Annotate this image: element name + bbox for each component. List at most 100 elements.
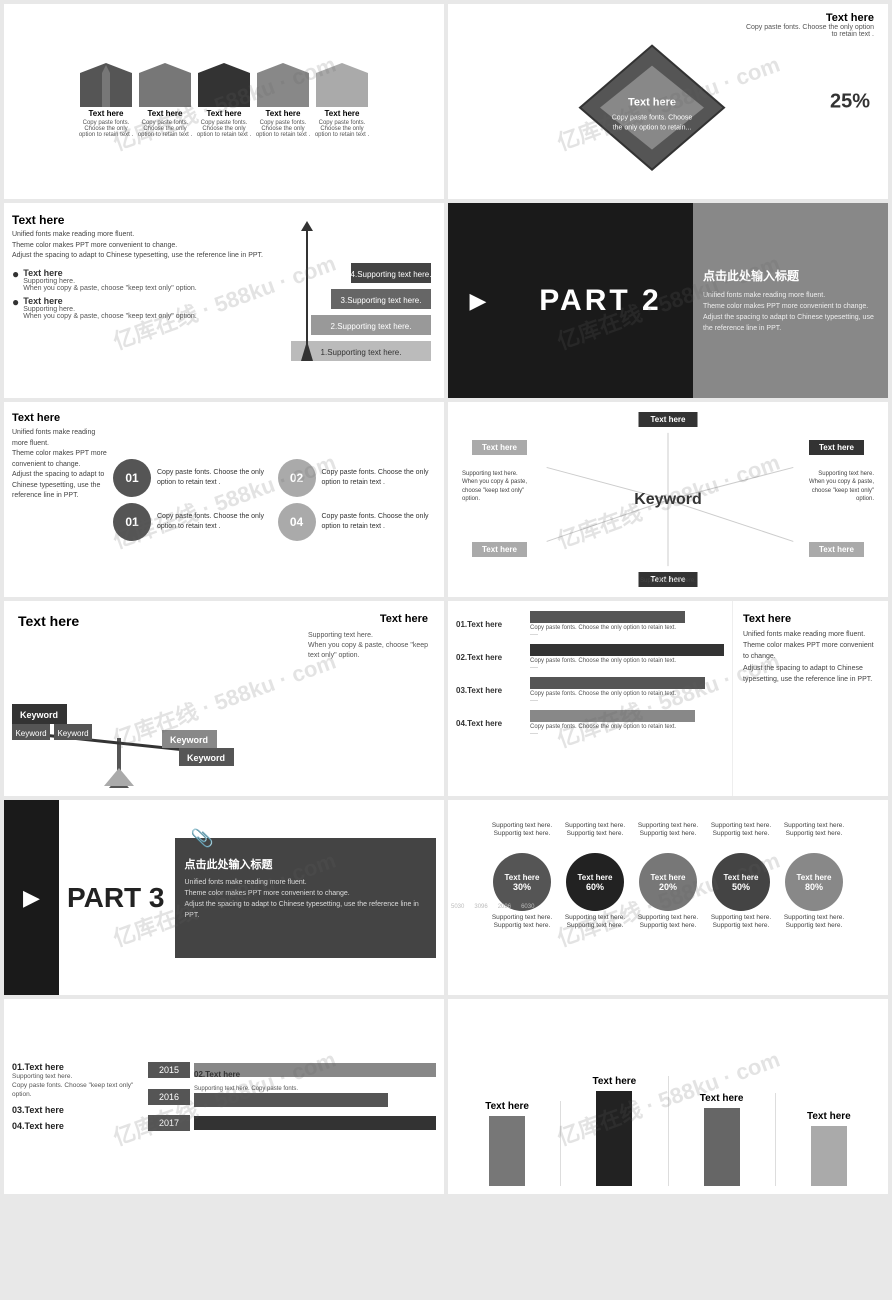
svg-text:Keyword: Keyword [20,710,58,720]
svg-text:1.Supporting text here.: 1.Supporting text here. [321,348,402,357]
r3l-body2: Theme color makes PPT more convenient to… [12,449,107,470]
pct-pct-5: 80% [805,882,823,892]
r2l-bullet2-title: Text here [23,296,196,306]
circle-num-1: 01 [113,459,151,497]
pct-top-1: Supporting text here.Supportig text here… [492,822,552,850]
slide-r5r: 亿库在线 · 588ku · com Supporting text here.… [448,800,888,995]
list-row-2: 02.Text here Copy paste fonts. Choose th… [456,644,724,671]
arrow-item-5: Text here Copy paste fonts. Choose the o… [315,63,370,138]
bar-header-2: Text here [593,1076,637,1087]
list-dots-4: ---- [530,731,724,737]
tl-02-sub: Supporting text here. Copy paste fonts. [194,1086,436,1092]
slide-grid: 亿库在线 · 588ku · com Text here Copy paste … [0,0,892,1198]
part3-play-icon: ▶ [23,885,40,911]
tl-bar-2015: 2015 [148,1062,436,1078]
r2l-title: Text here [12,213,278,227]
list-sub-1: Copy paste fonts. Choose the only option… [530,625,724,631]
part2-card-body3: Adjust the spacing to adapt to Chinese t… [703,312,878,334]
pct-bottom-3: Supporting text here.Supportig text here… [638,914,698,931]
play-icon: ▶ [470,288,487,314]
tl-year-2016: 2016 [148,1089,190,1105]
list-num-4: 04.Text here [456,719,526,728]
circle-num-4: 04 [278,503,316,541]
pct-top-5: Supporting text here.Supportig text here… [784,822,844,850]
slide-r3l: 亿库在线 · 588ku · com Text here Unified fon… [4,402,444,597]
part2-card-title: 点击此处输入标题 [703,267,878,284]
pct-label-1: Text here [505,873,540,882]
arrow-label-1: Text here [89,109,124,118]
part3-card-body2: Theme color makes PPT more convenient to… [185,888,427,899]
list-dots-3: ---- [530,698,724,704]
arrow-sublabel-5: Copy paste fonts. Choose the only option… [315,120,370,138]
r4l-title1: Text here [18,613,79,629]
kw-box-right-bottom: Text here [809,542,864,557]
pct-circle-4: Text here 50% [712,853,770,911]
circle-num-3: 01 [113,503,151,541]
circle-text-2: Copy paste fonts. Choose the only option… [322,468,437,488]
bar-header-3: Text here [700,1093,744,1104]
list-sub-4: Copy paste fonts. Choose the only option… [530,724,724,730]
tl-bar-2016: 2016 02.Text here Supporting text here. … [148,1086,436,1107]
bar-header-1: Text here [485,1101,529,1112]
circle-text-1: Copy paste fonts. Choose the only option… [157,468,272,488]
pct-item-1: Supporting text here.Supportig text here… [487,822,557,931]
list-row-4: 04.Text here Copy paste fonts. Choose th… [456,710,724,737]
svg-text:Keyword: Keyword [187,753,225,763]
part2-card-body1: Unified fonts make reading more fluent. [703,290,878,301]
svg-text:Text here: Text here [628,96,676,108]
r2r-dark-main: PART 2 [508,203,693,398]
part2-card-body2: Theme color makes PPT more convenient to… [703,301,878,312]
slide-r1r: 亿库在线 · 588ku · com Text here Copy paste … [448,4,888,199]
keyword-center: Keyword [634,491,702,509]
arrow-label-5: Text here [325,109,360,118]
pct-circle-2: Text here 60% [566,853,624,911]
pct-item-4: Supporting text here.Supportig text here… [706,822,776,931]
slide-r3r: 亿库在线 · 588ku · com Keyword Text here Tex… [448,402,888,597]
svg-text:Keyword: Keyword [57,729,88,738]
kw-box-right-top: Text here [809,440,864,455]
circle-row-1: 01 Copy paste fonts. Choose the only opt… [113,459,272,497]
arrow-item-4: Text here Copy paste fonts. Choose the o… [256,63,311,138]
slide-r6l: 亿库在线 · 588ku · com 01.Text here Supporti… [4,999,444,1194]
list-num-1: 01.Text here [456,620,526,629]
tl-bar-fill-2017 [194,1116,436,1130]
part3-dark-bar: ▶ [4,800,59,995]
pct-circles-row: Supporting text here.Supportig text here… [487,822,849,931]
tl-num-1: 01.Text here [12,1062,142,1072]
balance-svg: Keyword Keyword Keyword Keyword Keyword [4,678,234,788]
arrow-label-2: Text here [148,109,183,118]
arrow-label-4: Text here [266,109,301,118]
kw-small-1: Supporting text here.When you copy & pas… [462,470,532,504]
tl-text-1: 01.Text here Supporting text here.Copy p… [12,1062,142,1099]
arrow-svg-5 [316,63,368,107]
slide-r4r: 亿库在线 · 588ku · com 01.Text here Copy pas… [448,601,888,796]
pct-label-5: Text here [797,873,832,882]
r2l-body1: Unified fonts make reading more fluent. [12,230,278,241]
r2l-bullet1-sub2: When you copy & paste, choose "keep text… [23,285,196,292]
r2l-bullet2-sub2: When you copy & paste, choose "keep text… [23,313,196,320]
r4l-title2: Text here [380,613,428,625]
steps-svg: 1.Supporting text here. 2.Supporting tex… [291,221,431,381]
r3l-body3: Adjust the spacing to adapt to Chinese t… [12,470,107,502]
pct-circle-1: Text here 30% [493,853,551,911]
pct-pct-4: 50% [732,882,750,892]
pct-top-3: Supporting text here.Supportig text here… [638,822,698,850]
pct-top-4: Supporting text here.Supportig text here… [711,822,771,850]
tl-year-2017: 2017 [148,1115,190,1131]
pct-label: 25% [830,90,870,113]
r2r-dark-left: ▶ [448,203,508,398]
arrows-row: Text here Copy paste fonts. Choose the o… [79,63,370,138]
arrow-item-2: Text here Copy paste fonts. Choose the o… [138,63,193,138]
list-num-2: 02.Text here [456,653,526,662]
arrow-svg-3 [198,63,250,107]
circle-text-3: Copy paste fonts. Choose the only option… [157,512,272,532]
pct-bottom-5: Supporting text here.Supportig text here… [784,914,844,931]
arrow-svg-1 [80,63,132,107]
kw-box-left-bottom: Text here [472,542,527,557]
arrow-sublabel-4: Copy paste fonts. Choose the only option… [256,120,311,138]
pct-label-4: Text here [724,873,759,882]
r2l-bullet1-sub1: Supporting here. [23,278,196,285]
list-sub-3: Copy paste fonts. Choose the only option… [530,691,724,697]
circle-row-3: 01 Copy paste fonts. Choose the only opt… [113,503,272,541]
tl-sub-1: Supporting text here.Copy paste fonts. C… [12,1072,142,1099]
